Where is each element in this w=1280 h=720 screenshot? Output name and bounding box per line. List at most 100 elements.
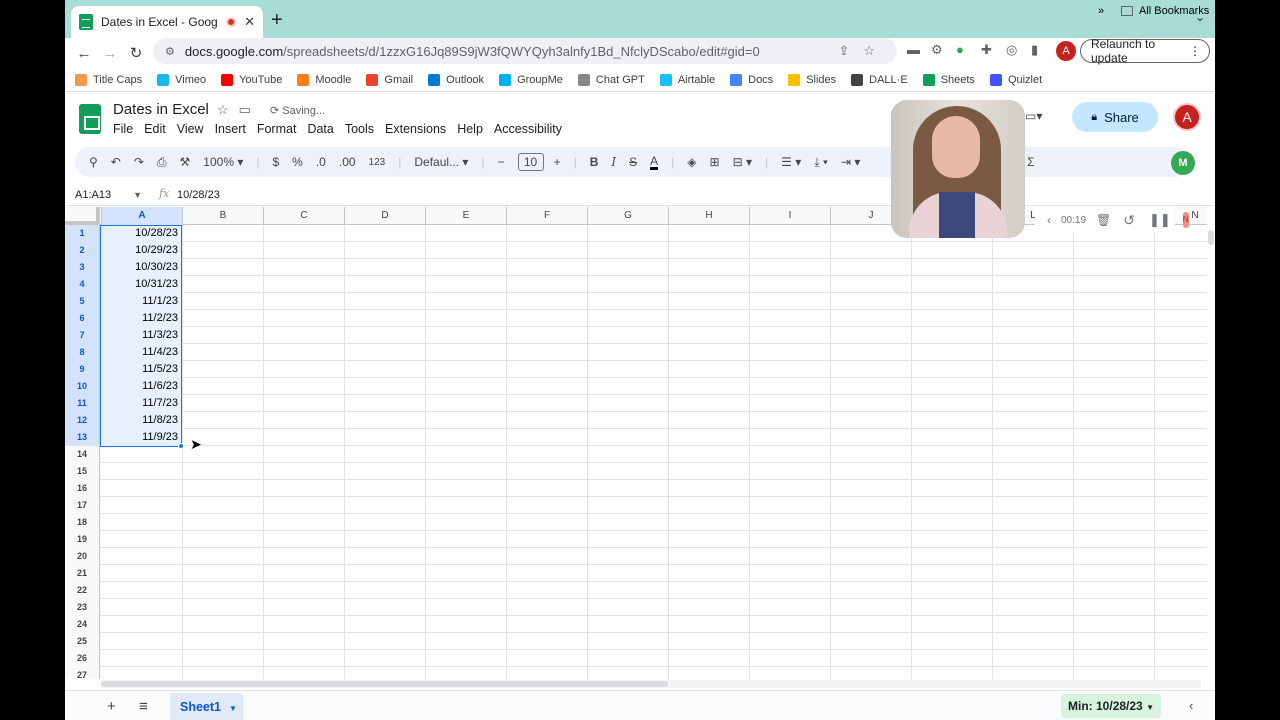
- menu-tools[interactable]: Tools: [345, 122, 374, 136]
- bookmark-item[interactable]: DALL·E: [851, 73, 908, 86]
- text-wrapping-icon[interactable]: ⇥ ▾: [841, 155, 860, 169]
- cell-a13[interactable]: 11/9/23: [101, 429, 181, 446]
- row-header[interactable]: 14: [65, 446, 100, 463]
- row-header[interactable]: 16: [65, 480, 100, 497]
- cell-a6[interactable]: 11/2/23: [101, 310, 181, 327]
- cell-a16[interactable]: [101, 480, 181, 497]
- cell-a25[interactable]: [101, 633, 181, 650]
- pause-recording-icon[interactable]: ❚❚: [1149, 212, 1171, 228]
- row-header[interactable]: 15: [65, 463, 100, 480]
- reload-button[interactable]: ↻: [123, 44, 149, 62]
- name-box[interactable]: A1:A13 ▼: [75, 189, 142, 201]
- menu-extensions[interactable]: Extensions: [385, 122, 446, 136]
- cell-a18[interactable]: [101, 514, 181, 531]
- share-and-bookmark-icons[interactable]: ⇪☆: [838, 43, 889, 59]
- italic-button[interactable]: I: [611, 155, 616, 169]
- cell-a11[interactable]: 11/7/23: [101, 395, 181, 412]
- column-header-f[interactable]: F: [506, 207, 587, 225]
- cell-a22[interactable]: [101, 582, 181, 599]
- cell-a26[interactable]: [101, 650, 181, 667]
- close-tab-icon[interactable]: ✕: [244, 14, 255, 30]
- sheets-logo-icon[interactable]: [79, 104, 101, 134]
- row-header[interactable]: 3: [65, 259, 100, 276]
- sheet-tab-sheet1[interactable]: Sheet1 ▼: [170, 693, 243, 720]
- cell-a23[interactable]: [101, 599, 181, 616]
- delete-recording-icon[interactable]: 🗑︎: [1096, 213, 1111, 227]
- bookmark-item[interactable]: YouTube: [221, 73, 282, 86]
- extension-icon[interactable]: ⚙: [931, 42, 943, 58]
- row-header[interactable]: 23: [65, 599, 100, 616]
- row-header[interactable]: 19: [65, 531, 100, 548]
- redo-icon[interactable]: ↷: [134, 155, 144, 169]
- strikethrough-button[interactable]: S: [629, 155, 637, 169]
- row-header[interactable]: 20: [65, 548, 100, 565]
- scrollbar-thumb[interactable]: [101, 681, 668, 687]
- cell-a4[interactable]: 10/31/23: [101, 276, 181, 293]
- row-header[interactable]: 9: [65, 361, 100, 378]
- row-header[interactable]: 18: [65, 514, 100, 531]
- address-bar[interactable]: ⚙ docs.google.com/spreadsheets/d/1zzxG16…: [153, 38, 897, 64]
- add-sheet-button[interactable]: +: [107, 698, 116, 715]
- bookmark-item[interactable]: Chat GPT: [577, 73, 645, 86]
- menu-insert[interactable]: Insert: [215, 122, 246, 136]
- cell-a14[interactable]: [101, 446, 181, 463]
- bookmark-item[interactable]: GroupMe: [499, 73, 563, 86]
- share-button[interactable]: 🔒︎ Share: [1072, 102, 1158, 132]
- menu-data[interactable]: Data: [307, 122, 333, 136]
- all-bookmarks-button[interactable]: All Bookmarks: [1121, 5, 1209, 17]
- menu-edit[interactable]: Edit: [144, 122, 166, 136]
- row-header[interactable]: 22: [65, 582, 100, 599]
- column-header-b[interactable]: B: [182, 207, 263, 225]
- row-header[interactable]: 7: [65, 327, 100, 344]
- more-formats-button[interactable]: 123: [369, 157, 386, 168]
- column-header-h[interactable]: H: [668, 207, 749, 225]
- all-sheets-menu-icon[interactable]: ≡: [139, 698, 148, 715]
- text-color-button[interactable]: A: [650, 155, 659, 170]
- row-header[interactable]: 2: [65, 242, 100, 259]
- forward-button[interactable]: →: [97, 45, 123, 62]
- spreadsheet-grid[interactable]: ABCDEFGHIJKLMN 110/28/23210/29/23310/30/…: [65, 207, 1207, 679]
- row-header[interactable]: 4: [65, 276, 100, 293]
- select-all-corner[interactable]: [65, 207, 100, 225]
- meet-video-icon[interactable]: ▭▾: [1025, 109, 1042, 123]
- cell-a24[interactable]: [101, 616, 181, 633]
- browser-tab[interactable]: Dates in Excel - Google Sh ✕: [71, 6, 263, 38]
- row-header[interactable]: 17: [65, 497, 100, 514]
- relaunch-button[interactable]: Relaunch to update ⋮: [1080, 37, 1210, 65]
- formula-input[interactable]: 10/28/23: [177, 189, 220, 201]
- vertical-scrollbar[interactable]: [1207, 225, 1215, 680]
- cell-a15[interactable]: [101, 463, 181, 480]
- cell-a8[interactable]: 11/4/23: [101, 344, 181, 361]
- column-header-g[interactable]: G: [587, 207, 668, 225]
- decrease-font-size-icon[interactable]: −: [498, 155, 505, 169]
- menu-accessibility[interactable]: Accessibility: [494, 122, 562, 136]
- bookmark-item[interactable]: Title Caps: [75, 73, 142, 86]
- scrollbar-thumb[interactable]: [1208, 230, 1214, 245]
- bold-button[interactable]: B: [590, 155, 599, 169]
- cell-a9[interactable]: 11/5/23: [101, 361, 181, 378]
- row-header[interactable]: 27: [65, 667, 100, 679]
- menu-help[interactable]: Help: [457, 122, 483, 136]
- cell-a27[interactable]: [101, 667, 181, 679]
- site-info-icon[interactable]: ⚙: [165, 45, 175, 58]
- bookmark-item[interactable]: Slides: [788, 73, 836, 86]
- extension-icon[interactable]: ◎: [1006, 42, 1017, 58]
- row-header[interactable]: 5: [65, 293, 100, 310]
- extension-m-icon[interactable]: ●: [956, 42, 964, 57]
- row-header[interactable]: 10: [65, 378, 100, 395]
- cell-a1[interactable]: 10/28/23: [101, 225, 181, 242]
- cell-a7[interactable]: 11/3/23: [101, 327, 181, 344]
- increase-decimal-button[interactable]: .00: [339, 155, 356, 169]
- extension-icon[interactable]: ▬: [907, 42, 920, 57]
- horizontal-scrollbar[interactable]: [101, 680, 1201, 688]
- row-header[interactable]: 26: [65, 650, 100, 667]
- cell-a21[interactable]: [101, 565, 181, 582]
- search-menus-icon[interactable]: ⚲: [89, 155, 98, 169]
- decrease-decimal-button[interactable]: .0: [316, 155, 326, 169]
- extensions-puzzle-icon[interactable]: ✚: [981, 42, 992, 58]
- row-header[interactable]: 12: [65, 412, 100, 429]
- bookmark-item[interactable]: Quizlet: [989, 73, 1042, 86]
- row-header[interactable]: 24: [65, 616, 100, 633]
- cell-a5[interactable]: 11/1/23: [101, 293, 181, 310]
- star-and-move-icons[interactable]: ☆▭: [217, 102, 261, 118]
